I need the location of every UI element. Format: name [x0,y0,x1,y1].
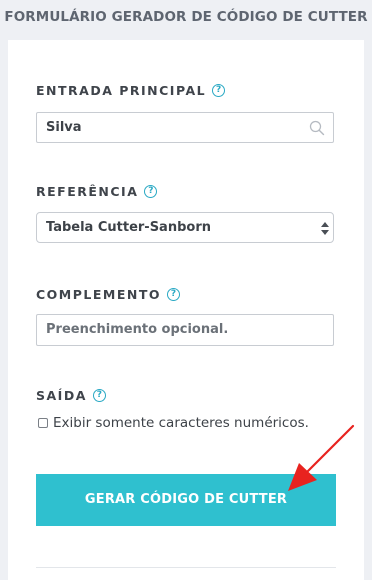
main-entry-value: Silva [46,120,82,135]
main-entry-input[interactable]: Silva [36,112,334,143]
search-icon[interactable] [309,120,325,136]
complement-input[interactable]: Preenchimento opcional. [36,314,334,346]
complement-label: COMPLEMENTO [36,287,161,302]
divider [36,567,336,568]
complement-label-row: COMPLEMENTO ? [36,287,180,302]
numeric-only-checkbox[interactable] [38,418,48,428]
help-icon[interactable]: ? [144,185,158,198]
output-label: SAÍDA [36,388,87,403]
output-label-row: SAÍDA ? [36,388,106,403]
help-icon[interactable]: ? [212,84,226,97]
form-card: ENTRADA PRINCIPAL ? Silva REFERÊNCIA ? T… [8,40,364,580]
form-title: FORMULÁRIO GERADOR DE CÓDIGO DE CUTTER [4,9,368,25]
complement-placeholder: Preenchimento opcional. [46,322,229,337]
red-arrow-annotation-icon [288,424,355,491]
reference-label: REFERÊNCIA [36,184,139,199]
main-entry-label-row: ENTRADA PRINCIPAL ? [36,83,226,98]
main-entry-label: ENTRADA PRINCIPAL [36,83,207,98]
help-icon[interactable]: ? [92,389,106,402]
reference-selected-value: Tabela Cutter-Sanborn [46,220,211,235]
reference-select[interactable]: Tabela Cutter-Sanborn [36,212,334,243]
numeric-only-label[interactable]: Exibir somente caracteres numéricos. [53,415,309,431]
select-arrows-icon [321,222,329,235]
help-icon[interactable]: ? [167,288,180,301]
numeric-only-option[interactable]: Exibir somente caracteres numéricos. [38,415,309,431]
reference-label-row: REFERÊNCIA ? [36,184,158,199]
